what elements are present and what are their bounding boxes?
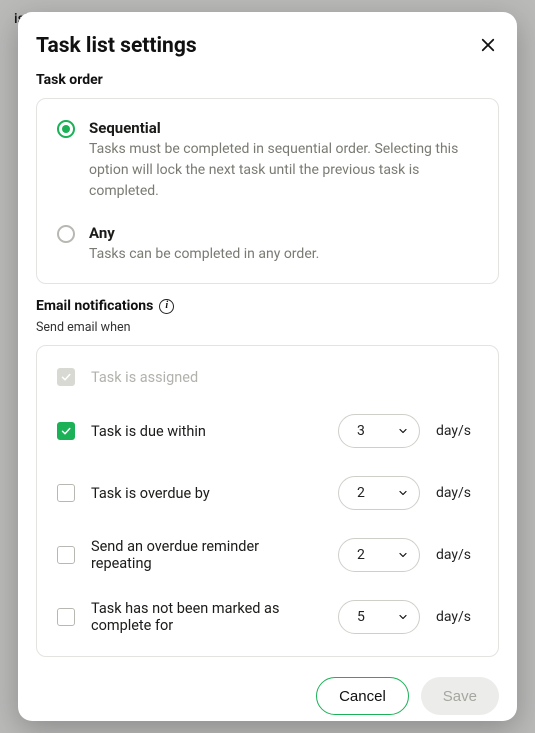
close-icon (479, 36, 497, 54)
radio-indicator (57, 225, 75, 243)
checkbox-due-within[interactable] (57, 422, 75, 440)
days-select-overdue-by[interactable]: 2 (338, 476, 420, 510)
days-value: 2 (357, 485, 365, 501)
chevron-down-icon (397, 549, 409, 561)
radio-text: Sequential Tasks must be completed in se… (89, 119, 478, 202)
checkbox-overdue-reminder[interactable] (57, 546, 75, 564)
radio-option-sequential[interactable]: Sequential Tasks must be completed in se… (37, 107, 498, 212)
radio-title: Sequential (89, 119, 478, 137)
task-list-settings-modal: Task list settings Task order Sequential… (18, 12, 517, 721)
modal-footer: Cancel Save (36, 657, 499, 715)
days-select-due-within[interactable]: 3 (338, 414, 420, 448)
checkbox-not-complete-for[interactable] (57, 608, 75, 626)
chevron-down-icon (397, 611, 409, 623)
days-unit: day/s (436, 423, 478, 439)
send-email-when-caption: Send email when (36, 320, 499, 335)
email-notifications-panel: Task is assigned Task is due within 3 da… (36, 345, 499, 657)
days-value: 2 (357, 547, 365, 563)
notify-label: Task has not been marked as complete for (91, 600, 322, 634)
days-value: 3 (357, 423, 365, 439)
modal-title: Task list settings (36, 34, 197, 58)
notify-label: Task is due within (91, 423, 322, 440)
notify-label: Task is overdue by (91, 485, 322, 502)
days-unit: day/s (436, 609, 478, 625)
days-unit: day/s (436, 485, 478, 501)
chevron-down-icon (397, 487, 409, 499)
days-select-overdue-reminder[interactable]: 2 (338, 538, 420, 572)
email-notifications-label-text: Email notifications (36, 298, 153, 314)
days-unit: day/s (436, 547, 478, 563)
check-icon (60, 425, 72, 437)
notify-row-due-within: Task is due within 3 day/s (37, 400, 498, 462)
notify-row-overdue-by: Task is overdue by 2 day/s (37, 462, 498, 524)
cancel-button[interactable]: Cancel (316, 677, 409, 715)
notify-row-not-complete-for: Task has not been marked as complete for… (37, 586, 498, 648)
save-button[interactable]: Save (421, 677, 499, 715)
radio-title: Any (89, 224, 319, 242)
radio-text: Any Tasks can be completed in any order. (89, 224, 319, 265)
notify-label: Send an overdue reminder repeating (91, 538, 322, 572)
checkbox-overdue-by[interactable] (57, 484, 75, 502)
radio-description: Tasks can be completed in any order. (89, 244, 319, 265)
close-button[interactable] (477, 34, 499, 56)
info-icon[interactable]: i (159, 299, 174, 314)
check-icon (60, 371, 72, 383)
notify-row-overdue-reminder: Send an overdue reminder repeating 2 day… (37, 524, 498, 586)
modal-header: Task list settings (36, 34, 499, 58)
chevron-down-icon (397, 425, 409, 437)
radio-description: Tasks must be completed in sequential or… (89, 139, 478, 202)
notify-row-assigned: Task is assigned (37, 354, 498, 400)
email-notifications-label: Email notifications i (36, 298, 499, 314)
task-order-panel: Sequential Tasks must be completed in se… (36, 98, 499, 284)
days-select-not-complete-for[interactable]: 5 (338, 600, 420, 634)
radio-option-any[interactable]: Any Tasks can be completed in any order. (37, 212, 498, 275)
checkbox-assigned (57, 368, 75, 386)
task-order-label: Task order (36, 72, 499, 88)
notify-label: Task is assigned (91, 369, 478, 386)
radio-indicator (57, 120, 75, 138)
days-value: 5 (357, 609, 365, 625)
